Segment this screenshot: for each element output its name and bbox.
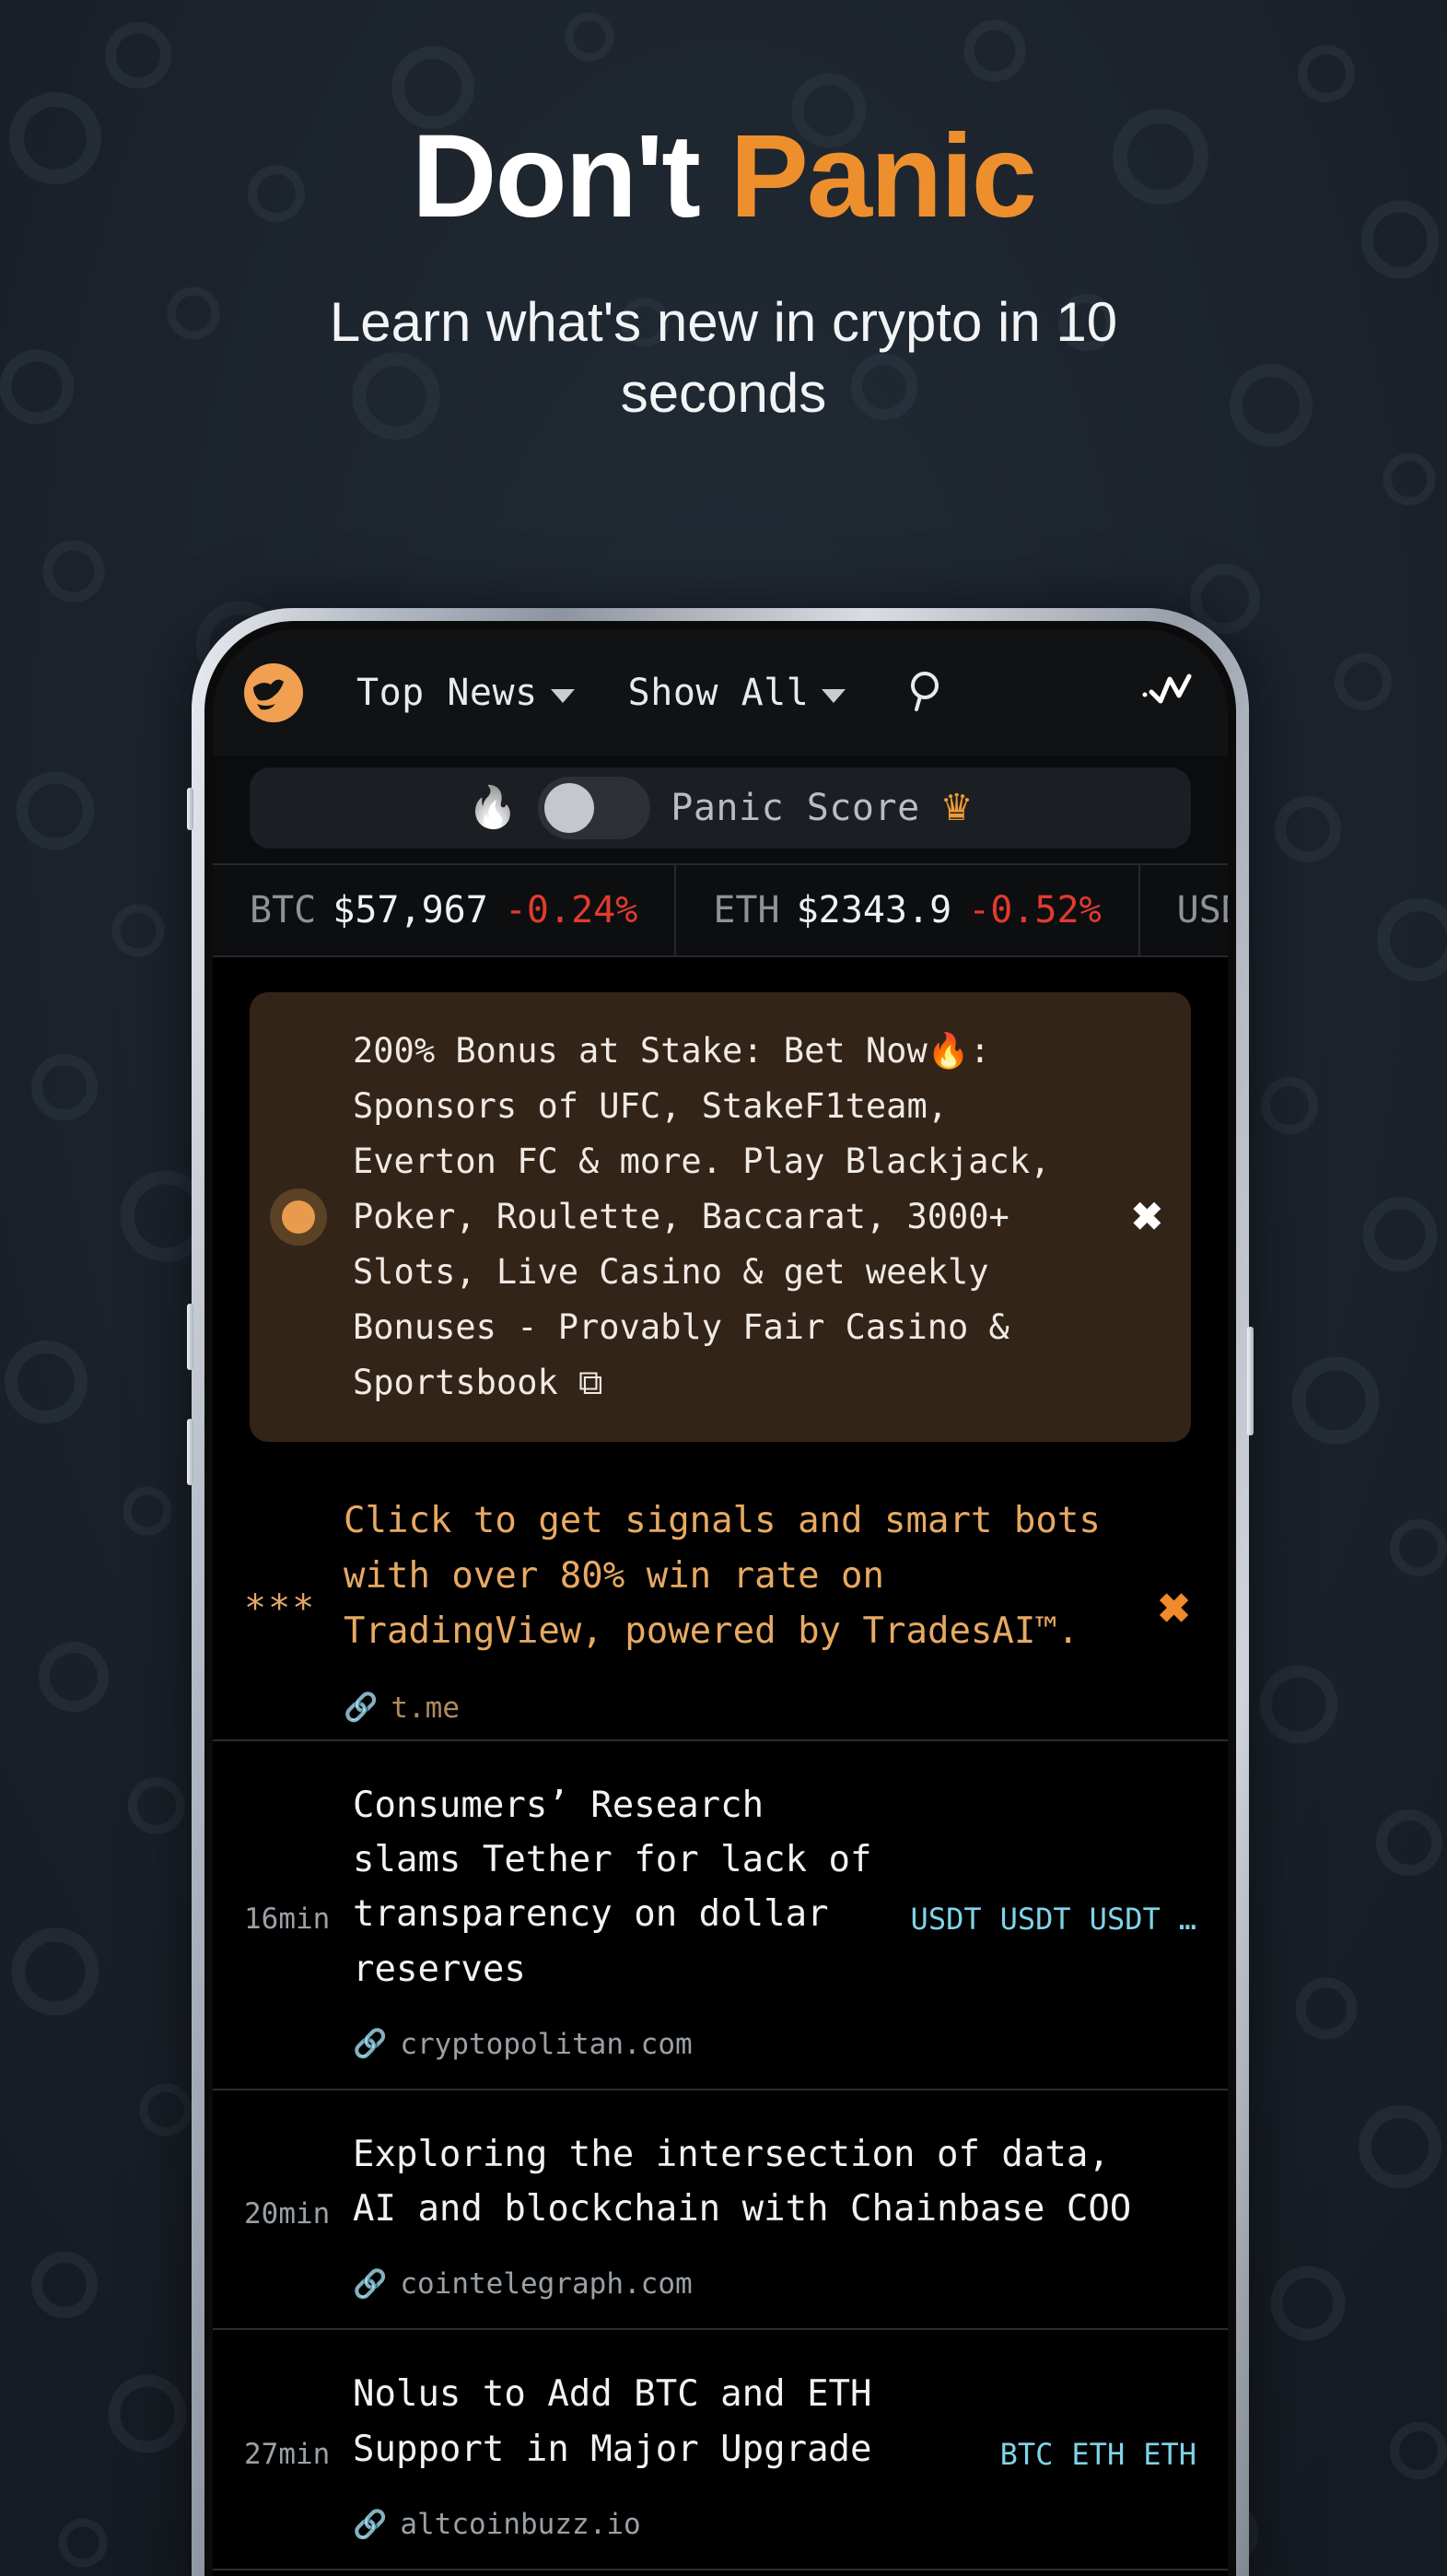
promo-text: Click to get signals and smart bots with… (344, 1499, 1101, 1653)
ticker-price: $2343.9 (796, 889, 952, 931)
app-header: Top News Show All (213, 629, 1228, 756)
filter-top-news-dropdown[interactable]: Top News (356, 672, 575, 714)
ticker-change: -0.24% (504, 889, 638, 931)
promo-body: Click to get signals and smart bots with… (344, 1493, 1138, 1725)
promo-row[interactable]: *** Click to get signals and smart bots … (213, 1442, 1228, 1741)
title-white-part: Don't (412, 111, 730, 242)
flame-icon: 🔥 (467, 785, 519, 830)
panic-score-pill[interactable]: 🔥 Panic Score ♛ (250, 767, 1191, 849)
news-tags[interactable]: USDT USDT USDT … (911, 1902, 1196, 1937)
news-feed: 200% Bonus at Stake: Bet Now🔥: Sponsors … (213, 957, 1228, 2576)
news-tag[interactable]: BTC (1000, 2437, 1054, 2472)
news-source-label: cointelegraph.com (400, 2267, 693, 2301)
title-accent-part: Panic (729, 111, 1036, 242)
promo-stars-label: *** (244, 1587, 317, 1631)
link-icon: 🔗 (353, 2508, 388, 2541)
hero-subtitle: Learn what's new in crypto in 10 seconds (329, 291, 1118, 424)
news-timestamp: 27min (244, 2437, 331, 2471)
toggle-knob (544, 783, 595, 833)
crown-icon: ♛ (939, 788, 974, 828)
ticker-change: -0.52% (968, 889, 1102, 931)
ticker-price: $57,967 (333, 889, 488, 931)
news-tag[interactable]: USDT (911, 1902, 982, 1937)
cryptopanic-logo-icon[interactable] (240, 660, 307, 726)
ticker-symbol: ETH (713, 889, 780, 931)
filter-show-all-dropdown[interactable]: Show All (628, 672, 846, 714)
news-timestamp: 16min (244, 1903, 331, 1937)
phone-volume-up-button (187, 1304, 193, 1370)
search-icon[interactable] (903, 667, 951, 720)
news-timestamp: 20min (244, 2197, 331, 2231)
filter-show-all-label: Show All (627, 672, 810, 714)
news-item[interactable]: 20min Exploring the intersection of data… (213, 2090, 1228, 2331)
news-title: Exploring the intersection of data, AI a… (353, 2133, 1132, 2231)
page-title: Don't Panic (0, 118, 1447, 236)
panic-score-label: Panic Score (671, 787, 920, 829)
news-content: Consumers’ Research slams Tether for lac… (353, 1778, 911, 2061)
chevron-down-icon (822, 688, 846, 703)
link-icon: 🔗 (344, 1692, 379, 1725)
link-icon: 🔗 (353, 2028, 388, 2061)
link-icon: 🔗 (353, 2267, 388, 2301)
phone-frame: Top News Show All 🔥 Panic Score ♛ BTC $5… (192, 608, 1249, 2576)
promo-source-label: t.me (391, 1691, 461, 1725)
news-source[interactable]: 🔗 altcoinbuzz.io (353, 2508, 978, 2541)
price-ticker-bar[interactable]: BTC $57,967 -0.24% ETH $2343.9 -0.52% US… (213, 863, 1228, 957)
phone-volume-down-button (187, 1419, 193, 1485)
news-source[interactable]: 🔗 cryptopolitan.com (353, 2028, 889, 2061)
news-item[interactable]: 27min Nolus to Add BTC and ETH Support i… (213, 2330, 1228, 2570)
news-title: Nolus to Add BTC and ETH Support in Majo… (353, 2373, 872, 2470)
ticker-item[interactable]: BTC $57,967 -0.24% (213, 865, 677, 955)
ticker-symbol: BTC (250, 889, 317, 931)
phone-bezel: Top News Show All 🔥 Panic Score ♛ BTC $5… (204, 621, 1236, 2576)
ticker-item[interactable]: ETH $2343.9 -0.52% (676, 865, 1140, 955)
sponsored-ad-text: 200% Bonus at Stake: Bet Now🔥: Sponsors … (353, 1031, 1051, 1402)
phone-power-button (1247, 1327, 1254, 1435)
close-icon[interactable]: ✖ (1157, 1586, 1191, 1633)
news-item[interactable]: 32min Odds of 50bps Fed rate cut surge a… (213, 2570, 1228, 2576)
news-source[interactable]: 🔗 cointelegraph.com (353, 2267, 1174, 2301)
ticker-symbol: USDT (1176, 889, 1228, 931)
news-tag[interactable]: ETH (1071, 2437, 1125, 2472)
phone-mockup: Top News Show All 🔥 Panic Score ♛ BTC $5… (192, 608, 1249, 2576)
news-source-label: altcoinbuzz.io (400, 2508, 641, 2541)
news-tag-more[interactable]: … (1179, 1902, 1196, 1937)
close-icon[interactable]: ✖ (1131, 1194, 1163, 1239)
news-tag[interactable]: USDT (1090, 1902, 1161, 1937)
news-content: Nolus to Add BTC and ETH Support in Majo… (353, 2367, 1000, 2541)
panic-score-bar: 🔥 Panic Score ♛ (213, 756, 1228, 863)
filter-top-news-label: Top News (356, 672, 538, 714)
news-item[interactable]: 16min Consumers’ Research slams Tether f… (213, 1741, 1228, 2090)
sponsored-ad-card[interactable]: 200% Bonus at Stake: Bet Now🔥: Sponsors … (250, 992, 1191, 1442)
sponsored-ad-wrapper: 200% Bonus at Stake: Bet Now🔥: Sponsors … (213, 957, 1228, 1442)
news-content: Exploring the intersection of data, AI a… (353, 2127, 1196, 2301)
hero-section: Don't Panic Learn what's new in crypto i… (0, 0, 1447, 429)
news-tag[interactable]: ETH (1143, 2437, 1196, 2472)
sponsored-dot-icon (270, 1188, 327, 1246)
news-tag[interactable]: USDT (1000, 1902, 1071, 1937)
panic-score-toggle[interactable] (538, 777, 651, 839)
promo-source[interactable]: 🔗 t.me (344, 1692, 1138, 1725)
news-title: Consumers’ Research slams Tether for lac… (353, 1784, 872, 1990)
news-source-label: cryptopolitan.com (400, 2027, 693, 2061)
ticker-item[interactable]: USDT (1140, 865, 1228, 955)
chart-line-icon[interactable] (1141, 668, 1196, 719)
chevron-down-icon (550, 688, 575, 703)
phone-mute-switch (187, 788, 193, 830)
news-tags[interactable]: BTC ETH ETH (1000, 2437, 1196, 2472)
phone-screen: Top News Show All 🔥 Panic Score ♛ BTC $5… (213, 629, 1228, 2576)
